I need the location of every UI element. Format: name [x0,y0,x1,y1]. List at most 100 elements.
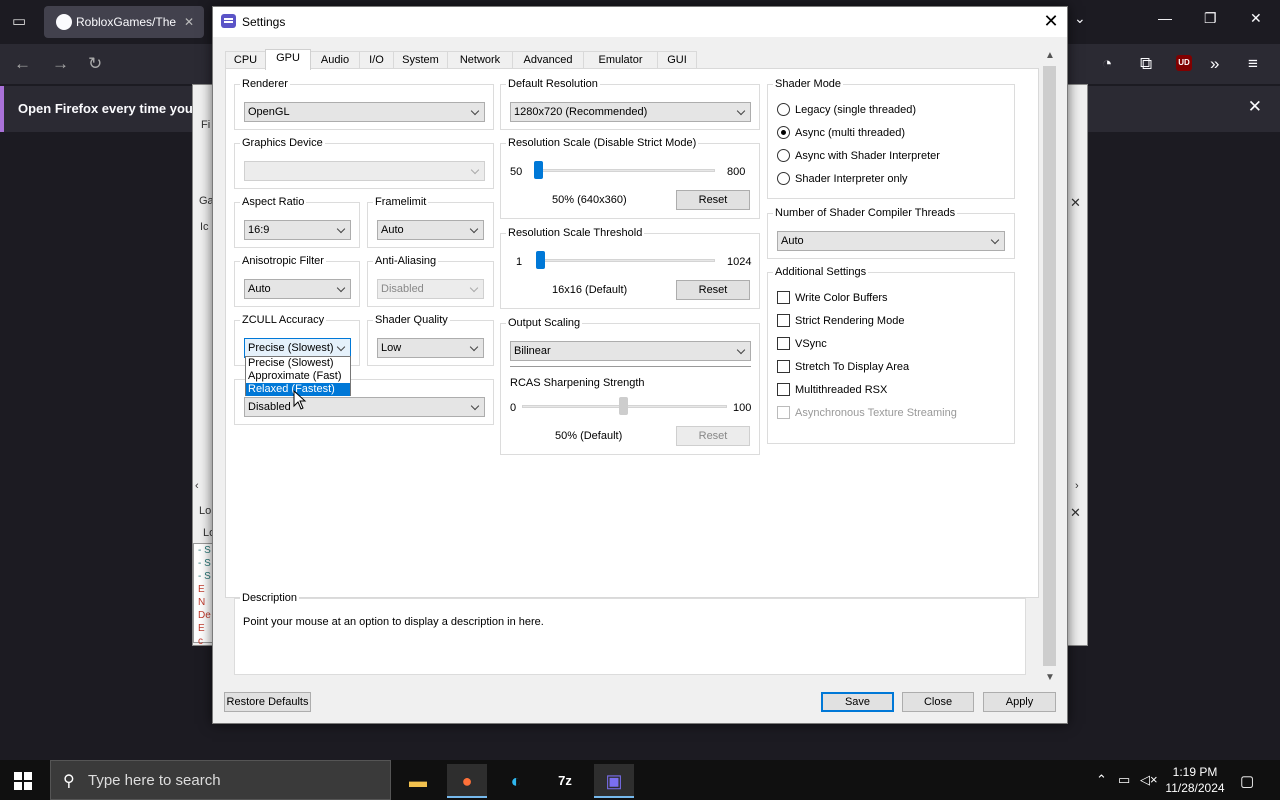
taskbar-clock[interactable]: 1:19 PM 11/28/2024 [1160,764,1230,796]
close-button[interactable]: Close [902,692,974,712]
framelimit-combo[interactable]: Auto [377,220,484,240]
multithreaded-rsx-checkbox[interactable] [777,383,790,396]
rpcs3-log-close-icon[interactable]: ✕ [1070,505,1081,521]
settings-scrollbar[interactable]: ▲ ▼ [1042,50,1058,686]
graphics-device-combo[interactable] [244,161,485,181]
shader-mode-radio-async[interactable] [777,126,790,139]
tray-overflow-icon[interactable]: ⌃ [1096,772,1107,788]
chevron-down-icon [470,401,480,411]
tab-audio[interactable]: Audio [310,51,360,69]
renderer-label: Renderer [240,78,290,90]
resolution-threshold-reset-button[interactable]: Reset [676,280,750,300]
resolution-scale-handle[interactable] [534,161,543,179]
rpcs3-scroll-left-icon[interactable]: ‹ [195,480,199,492]
more-tools-icon[interactable]: » [1210,54,1219,74]
shader-mode-radio-interpreter-only[interactable] [777,172,790,185]
rcas-handle[interactable] [619,397,628,415]
output-scaling-combo[interactable]: Bilinear [510,341,751,361]
extensions-icon[interactable]: ⧉ [1140,54,1152,74]
minimize-icon[interactable]: — [1158,10,1172,26]
file-explorer-icon[interactable]: ▬ [398,764,438,798]
description-label: Description [240,592,300,604]
save-button[interactable]: Save [821,692,894,712]
tab-overflow-chevron-icon[interactable]: ⌄ [1074,10,1086,27]
vsync-checkbox[interactable] [777,337,790,350]
resolution-scale-reset-button[interactable]: Reset [676,190,750,210]
shader-mode-option-label: Async (multi threaded) [795,127,906,139]
network-icon[interactable]: ▭ [1118,772,1130,788]
tab-io[interactable]: I/O [359,51,394,69]
notification-text: Open Firefox every time you re [18,101,209,116]
menu-icon[interactable]: ≡ [1248,54,1258,74]
scroll-up-icon[interactable]: ▲ [1042,50,1058,64]
search-icon: ⚲ [63,773,75,790]
default-resolution-label: Default Resolution [506,78,600,90]
stretch-display-checkbox[interactable] [777,360,790,373]
hidden-setting-combo[interactable]: Disabled [244,397,485,417]
edge-icon[interactable]: ◐ [496,764,536,798]
dialog-title: Settings [242,15,286,29]
resolution-threshold-handle[interactable] [536,251,545,269]
tab-close-icon[interactable]: ✕ [184,6,194,38]
forward-icon[interactable]: → [52,54,69,74]
restore-defaults-button[interactable]: Restore Defaults [224,692,311,712]
resolution-threshold-track[interactable] [536,259,715,262]
rpcs3-scroll-right-icon[interactable]: › [1075,480,1079,492]
shader-mode-radio-async-interpreter[interactable] [777,149,790,162]
anisotropic-filter-combo[interactable]: Auto [244,279,351,299]
speed-dial-icon[interactable]: ◔ [1102,54,1112,74]
tab-list-icon[interactable]: ▭ [12,12,26,30]
anti-aliasing-combo[interactable]: Disabled [377,279,484,299]
shader-quality-label: Shader Quality [373,314,450,326]
notification-close-icon[interactable]: ✕ [1248,97,1262,117]
tab-gpu[interactable]: GPU [265,49,311,70]
taskbar-search[interactable]: ⚲ Type here to search [50,760,391,800]
resolution-scale-track[interactable] [534,169,715,172]
shader-mode-radio-legacy[interactable] [777,103,790,116]
strict-rendering-checkbox[interactable] [777,314,790,327]
shader-quality-combo[interactable]: Low [377,338,484,358]
dropdown-option-precise[interactable]: Precise (Slowest) [246,357,350,370]
volume-icon[interactable]: ◁× [1140,772,1158,788]
reload-icon[interactable]: ↻ [88,54,102,74]
log-line: - S [198,545,211,556]
tab-gui[interactable]: GUI [657,51,697,69]
renderer-combo[interactable]: OpenGL [244,102,485,122]
tab-network[interactable]: Network [447,51,513,69]
firefox-icon[interactable]: ● [447,764,487,798]
write-color-buffers-checkbox[interactable] [777,291,790,304]
back-icon[interactable]: ← [14,54,31,74]
tab-advanced[interactable]: Advanced [512,51,584,69]
dropdown-option-approximate[interactable]: Approximate (Fast) [246,370,350,383]
resolution-scale-label: Resolution Scale (Disable Strict Mode) [506,137,699,149]
rpcs3-taskbar-icon[interactable]: ▣ [594,764,634,798]
chevron-down-icon [336,224,346,234]
browser-tab[interactable]: RobloxGames/The ✕ [44,6,204,38]
zcull-accuracy-value: Precise (Slowest) [248,342,334,354]
async-texture-streaming-checkbox[interactable] [777,406,790,419]
aspect-ratio-combo[interactable]: 16:9 [244,220,351,240]
chevron-down-icon [470,165,480,175]
zcull-accuracy-combo[interactable]: Precise (Slowest) [244,338,351,358]
7zip-icon[interactable]: 7z [545,764,585,798]
chevron-down-icon [736,345,746,355]
compiler-threads-combo[interactable]: Auto [777,231,1005,251]
notification-center-icon[interactable]: ▢ [1240,772,1254,790]
scroll-thumb[interactable] [1043,66,1056,666]
restore-icon[interactable]: ❐ [1204,10,1217,27]
default-resolution-combo[interactable]: 1280x720 (Recommended) [510,102,751,122]
windows-start-icon[interactable] [14,772,32,790]
resolution-scale-value: 50% (640x360) [552,194,627,206]
ublock-icon[interactable]: UD [1176,55,1192,71]
clock-date: 11/28/2024 [1165,781,1225,795]
tab-emulator[interactable]: Emulator [583,51,658,69]
rcas-reset-button[interactable]: Reset [676,426,750,446]
chevron-down-icon [990,235,1000,245]
tab-system[interactable]: System [393,51,448,69]
rpcs3-panel-close-icon[interactable]: ✕ [1070,195,1081,211]
tab-cpu[interactable]: CPU [225,51,266,69]
window-close-icon[interactable]: ✕ [1250,10,1262,27]
scroll-down-icon[interactable]: ▼ [1042,672,1058,686]
dialog-close-icon[interactable]: ✕ [1041,11,1061,31]
apply-button[interactable]: Apply [983,692,1056,712]
